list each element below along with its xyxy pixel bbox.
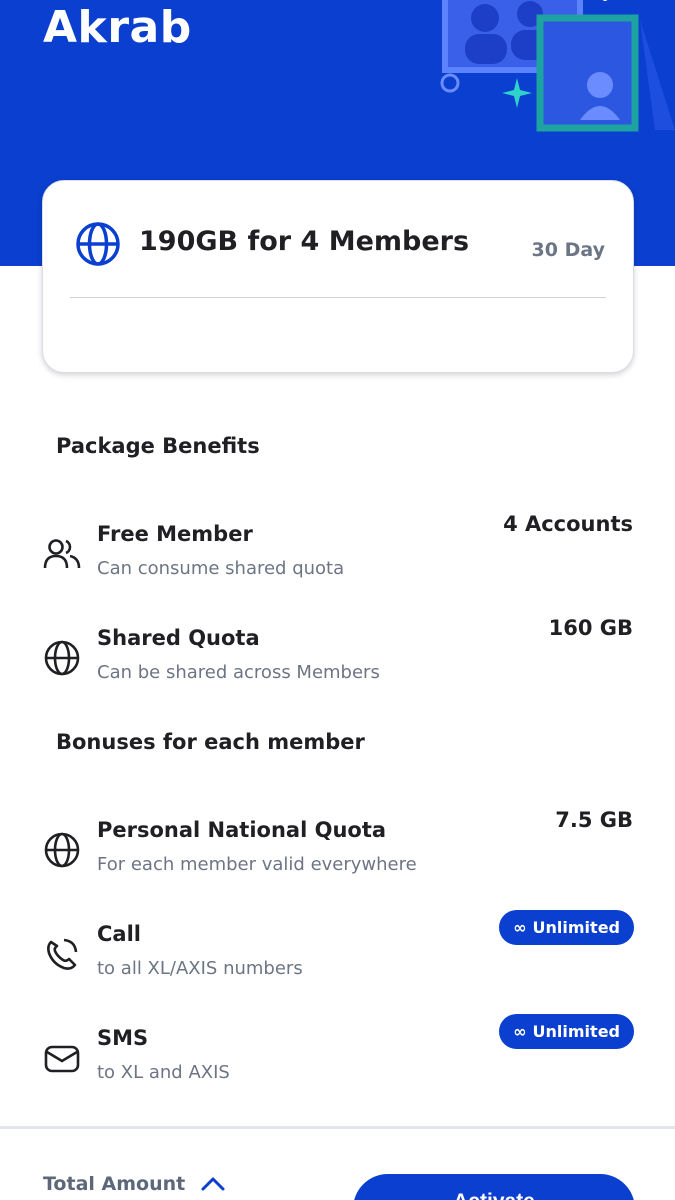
infinity-icon: ∞ [513, 1022, 527, 1041]
benefit-value: 4 Accounts [503, 512, 633, 536]
bonus-item-call: Call to all XL/AXIS numbers ∞ Unlimited [0, 910, 675, 1002]
benefit-title: Shared Quota [97, 626, 260, 650]
members-icon [43, 539, 81, 569]
phone-icon [47, 938, 78, 970]
badge-label: Unlimited [532, 918, 620, 937]
globe-icon [44, 832, 80, 868]
total-amount-label[interactable]: Total Amount [43, 1173, 185, 1195]
bonus-title: SMS [97, 1026, 149, 1050]
globe-icon [44, 640, 80, 676]
badge-label: Unlimited [532, 1022, 620, 1041]
bonus-title: Call [97, 922, 141, 946]
bonus-subtitle: to XL and AXIS [97, 1062, 230, 1083]
bonus-title: Personal National Quota [97, 818, 387, 842]
page-title: Akrab [43, 2, 192, 53]
activate-button[interactable]: Activate [353, 1174, 635, 1200]
infinity-icon: ∞ [513, 918, 527, 937]
envelope-icon [44, 1045, 80, 1073]
benefit-item-shared-quota: Shared Quota Can be shared across Member… [0, 616, 675, 706]
unlimited-badge: ∞ Unlimited [499, 910, 634, 945]
divider [70, 297, 606, 298]
photo-frames-illustration [440, 0, 675, 132]
benefit-subtitle: Can consume shared quota [97, 558, 345, 579]
bonus-item-sms: SMS to XL and AXIS ∞ Unlimited [0, 1014, 675, 1106]
globe-icon [76, 222, 120, 266]
benefit-subtitle: Can be shared across Members [97, 662, 380, 683]
benefit-value: 160 GB [548, 616, 633, 640]
benefit-item-free-member: Free Member Can consume shared quota 4 A… [0, 512, 675, 602]
chevron-up-icon[interactable] [199, 1173, 227, 1193]
unlimited-badge: ∞ Unlimited [499, 1014, 634, 1049]
bonus-item-national-quota: Personal National Quota For each member … [0, 808, 675, 898]
section-title-benefits: Package Benefits [56, 434, 260, 458]
bonus-subtitle: to all XL/AXIS numbers [97, 958, 303, 979]
package-card[interactable]: 190GB for 4 Members 30 Day [42, 180, 634, 373]
bottom-action-bar: Total Amount Activate [0, 1126, 675, 1200]
bonus-value: 7.5 GB [555, 808, 633, 832]
bonus-subtitle: For each member valid everywhere [97, 854, 417, 875]
benefit-title: Free Member [97, 522, 253, 546]
section-title-bonuses: Bonuses for each member [56, 730, 365, 754]
package-duration: 30 Day [531, 239, 605, 261]
package-title: 190GB for 4 Members [139, 226, 470, 257]
